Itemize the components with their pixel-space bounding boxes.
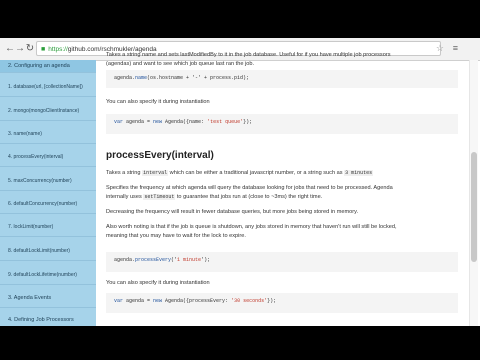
toc-item-database[interactable]: 1. database(url, [collectionName]) bbox=[0, 84, 96, 90]
processevery-desc-2: Specifies the frequency at which agenda … bbox=[106, 185, 393, 200]
reload-icon[interactable]: ↻ bbox=[24, 43, 36, 55]
code-block-name: agenda.name(os.hostname + '-' + process.… bbox=[106, 70, 458, 88]
code-block-processevery: agenda.processEvery('1 minute'); bbox=[106, 252, 458, 272]
toc-item-maxconcurrency[interactable]: 5. maxConcurrency(number) bbox=[0, 178, 96, 184]
readme-content: Takes a string name and sets lastModifie… bbox=[106, 52, 458, 326]
hamburger-icon[interactable]: ≡ bbox=[453, 43, 458, 53]
star-icon[interactable]: ☆ bbox=[436, 43, 444, 54]
scrollbar-thumb[interactable] bbox=[471, 152, 477, 262]
browser-window: ← → ↻ ■ https://github.com/rschmukler/age… bbox=[0, 38, 480, 326]
instantiation-note-1: You can also specify it during instantia… bbox=[106, 99, 210, 105]
url-scheme: https:// bbox=[48, 46, 68, 53]
processevery-desc-4: Also worth noting is that if the job is … bbox=[106, 224, 397, 239]
toc-section-defining-job-processors[interactable]: 4. Defining Job Processors bbox=[0, 317, 96, 323]
processevery-desc-3: Decreasing the frequency will result in … bbox=[106, 209, 359, 215]
toc-item-locklimit[interactable]: 7. lockLimit(number) bbox=[0, 224, 96, 230]
code-block-name-instantiation: var agenda = new Agenda({name: 'test que… bbox=[106, 114, 458, 134]
section-heading: processEvery(interval) bbox=[106, 150, 214, 161]
page-scrollbar[interactable] bbox=[469, 60, 478, 326]
toc-item-processevery[interactable]: 4. processEvery(interval) bbox=[0, 154, 96, 160]
processevery-desc-1: Takes a string interval which can be eit… bbox=[106, 170, 374, 176]
toc-item-defaultlocklifetime[interactable]: 9. defaultLockLifetime(number) bbox=[0, 272, 96, 278]
toc-item-defaultlocklimit[interactable]: 8. defaultLockLimit(number) bbox=[0, 248, 96, 254]
toc-section-agenda-events[interactable]: 3. Agenda Events bbox=[0, 295, 96, 301]
instantiation-note-2: You can also specify it during instantia… bbox=[106, 280, 210, 286]
code-block-processevery-instantiation: var agenda = new Agenda({processEvery: '… bbox=[106, 293, 458, 313]
toc-item-defaultconcurrency[interactable]: 6. defaultConcurrency(number) bbox=[0, 201, 96, 207]
toc-section-configuring[interactable]: 2. Configuring an agenda bbox=[0, 60, 96, 72]
toc-item-name[interactable]: 3. name(name) bbox=[0, 131, 96, 137]
lock-icon: ■ bbox=[41, 46, 46, 53]
intro-paragraph: Takes a string name and sets lastModifie… bbox=[106, 52, 391, 67]
toc-sidebar: 2. Configuring an agenda 1. database(url… bbox=[0, 60, 96, 326]
toc-item-mongo[interactable]: 2. mongo(mongoClientInstance) bbox=[0, 108, 96, 114]
